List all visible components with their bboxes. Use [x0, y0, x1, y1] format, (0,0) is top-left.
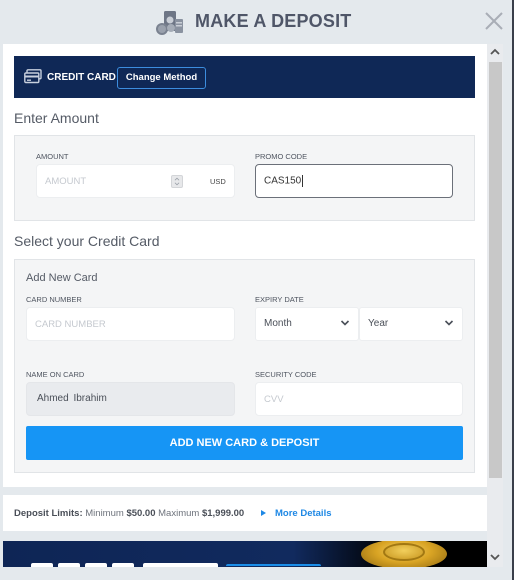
modal-header: MAKE A DEPOSIT: [0, 0, 514, 44]
amount-box: AMOUNT AMOUNT USD PROMO CODE CAS150: [14, 135, 475, 221]
expiry-year-select[interactable]: Year: [359, 307, 463, 341]
chevron-up-icon[interactable]: [487, 44, 503, 60]
max-label: Maximum: [158, 508, 200, 519]
expiry-month-value: Month: [264, 318, 292, 329]
min-value: $50.00: [126, 508, 156, 519]
change-method-button[interactable]: Change Method: [117, 67, 206, 89]
name-on-card-value: Ahmed Ibrahim: [37, 393, 107, 404]
promo-banner[interactable]: [3, 541, 487, 567]
bitcoin-coin-image: [361, 541, 447, 567]
security-code-label: SECURITY CODE: [255, 370, 317, 379]
amount-label: AMOUNT: [36, 152, 69, 161]
modal-title: MAKE A DEPOSIT: [195, 11, 352, 31]
name-on-card-label: NAME ON CARD: [26, 370, 85, 379]
banner-text-fragment: [226, 564, 321, 566]
expiry-year-value: Year: [368, 318, 389, 329]
chevron-down-icon: [340, 320, 350, 326]
banner-text-fragment: [112, 563, 134, 567]
amount-stepper[interactable]: [171, 175, 183, 188]
banner-text-fragment: [58, 563, 80, 567]
max-value: $1,999.00: [201, 508, 245, 519]
amount-placeholder: AMOUNT: [45, 176, 87, 187]
expiry-date-label: EXPIRY DATE: [255, 295, 304, 304]
deposit-form-viewport: CREDIT CARD Change Method Enter Amount A…: [3, 44, 487, 567]
name-on-card-input[interactable]: Ahmed Ibrahim: [26, 382, 235, 416]
expiry-month-select[interactable]: Month: [255, 307, 359, 341]
more-details-link[interactable]: More Details: [275, 508, 332, 519]
scrollbar-thumb[interactable]: [489, 62, 502, 478]
deposit-limits-text: Deposit Limits: Minimum $50.00 Maximum $…: [14, 508, 244, 519]
currency-label: USD: [210, 177, 226, 186]
payment-method-bar: CREDIT CARD Change Method: [14, 56, 475, 98]
card-number-placeholder: CARD NUMBER: [35, 319, 106, 330]
min-label: Minimum: [85, 508, 124, 519]
promo-code-label: PROMO CODE: [255, 152, 308, 161]
chevron-down-icon[interactable]: [487, 549, 503, 565]
payment-method-label: CREDIT CARD: [47, 72, 116, 83]
security-code-input[interactable]: CVV: [255, 382, 463, 416]
banner-text-fragment: [143, 563, 218, 567]
chevron-down-icon: [444, 320, 454, 326]
deposit-limits-panel: Deposit Limits: Minimum $50.00 Maximum $…: [3, 495, 487, 531]
close-icon[interactable]: [481, 8, 507, 34]
caret-right-icon: [261, 510, 266, 516]
amount-input[interactable]: AMOUNT USD: [36, 164, 235, 198]
money-deposit-icon: [156, 11, 183, 35]
credit-card-icon: [24, 69, 42, 84]
limits-label: Deposit Limits:: [14, 508, 83, 519]
add-card-deposit-button[interactable]: ADD NEW CARD & DEPOSIT: [26, 426, 463, 460]
add-card-box: Add New Card CARD NUMBER CARD NUMBER EXP…: [14, 259, 475, 473]
text-caret: [302, 175, 304, 187]
deposit-form-panel: CREDIT CARD Change Method Enter Amount A…: [3, 44, 487, 487]
card-number-input[interactable]: CARD NUMBER: [26, 307, 235, 341]
add-new-card-heading: Add New Card: [26, 272, 98, 284]
banner-text-fragment: [85, 563, 107, 567]
promo-code-input[interactable]: CAS150: [255, 164, 453, 198]
enter-amount-heading: Enter Amount: [14, 110, 99, 126]
select-card-heading: Select your Credit Card: [14, 233, 160, 249]
banner-text-fragment: [31, 563, 53, 567]
card-number-label: CARD NUMBER: [26, 295, 82, 304]
cvv-placeholder: CVV: [264, 394, 284, 405]
promo-code-value: CAS150: [264, 175, 304, 187]
scrollbar[interactable]: [487, 44, 503, 567]
